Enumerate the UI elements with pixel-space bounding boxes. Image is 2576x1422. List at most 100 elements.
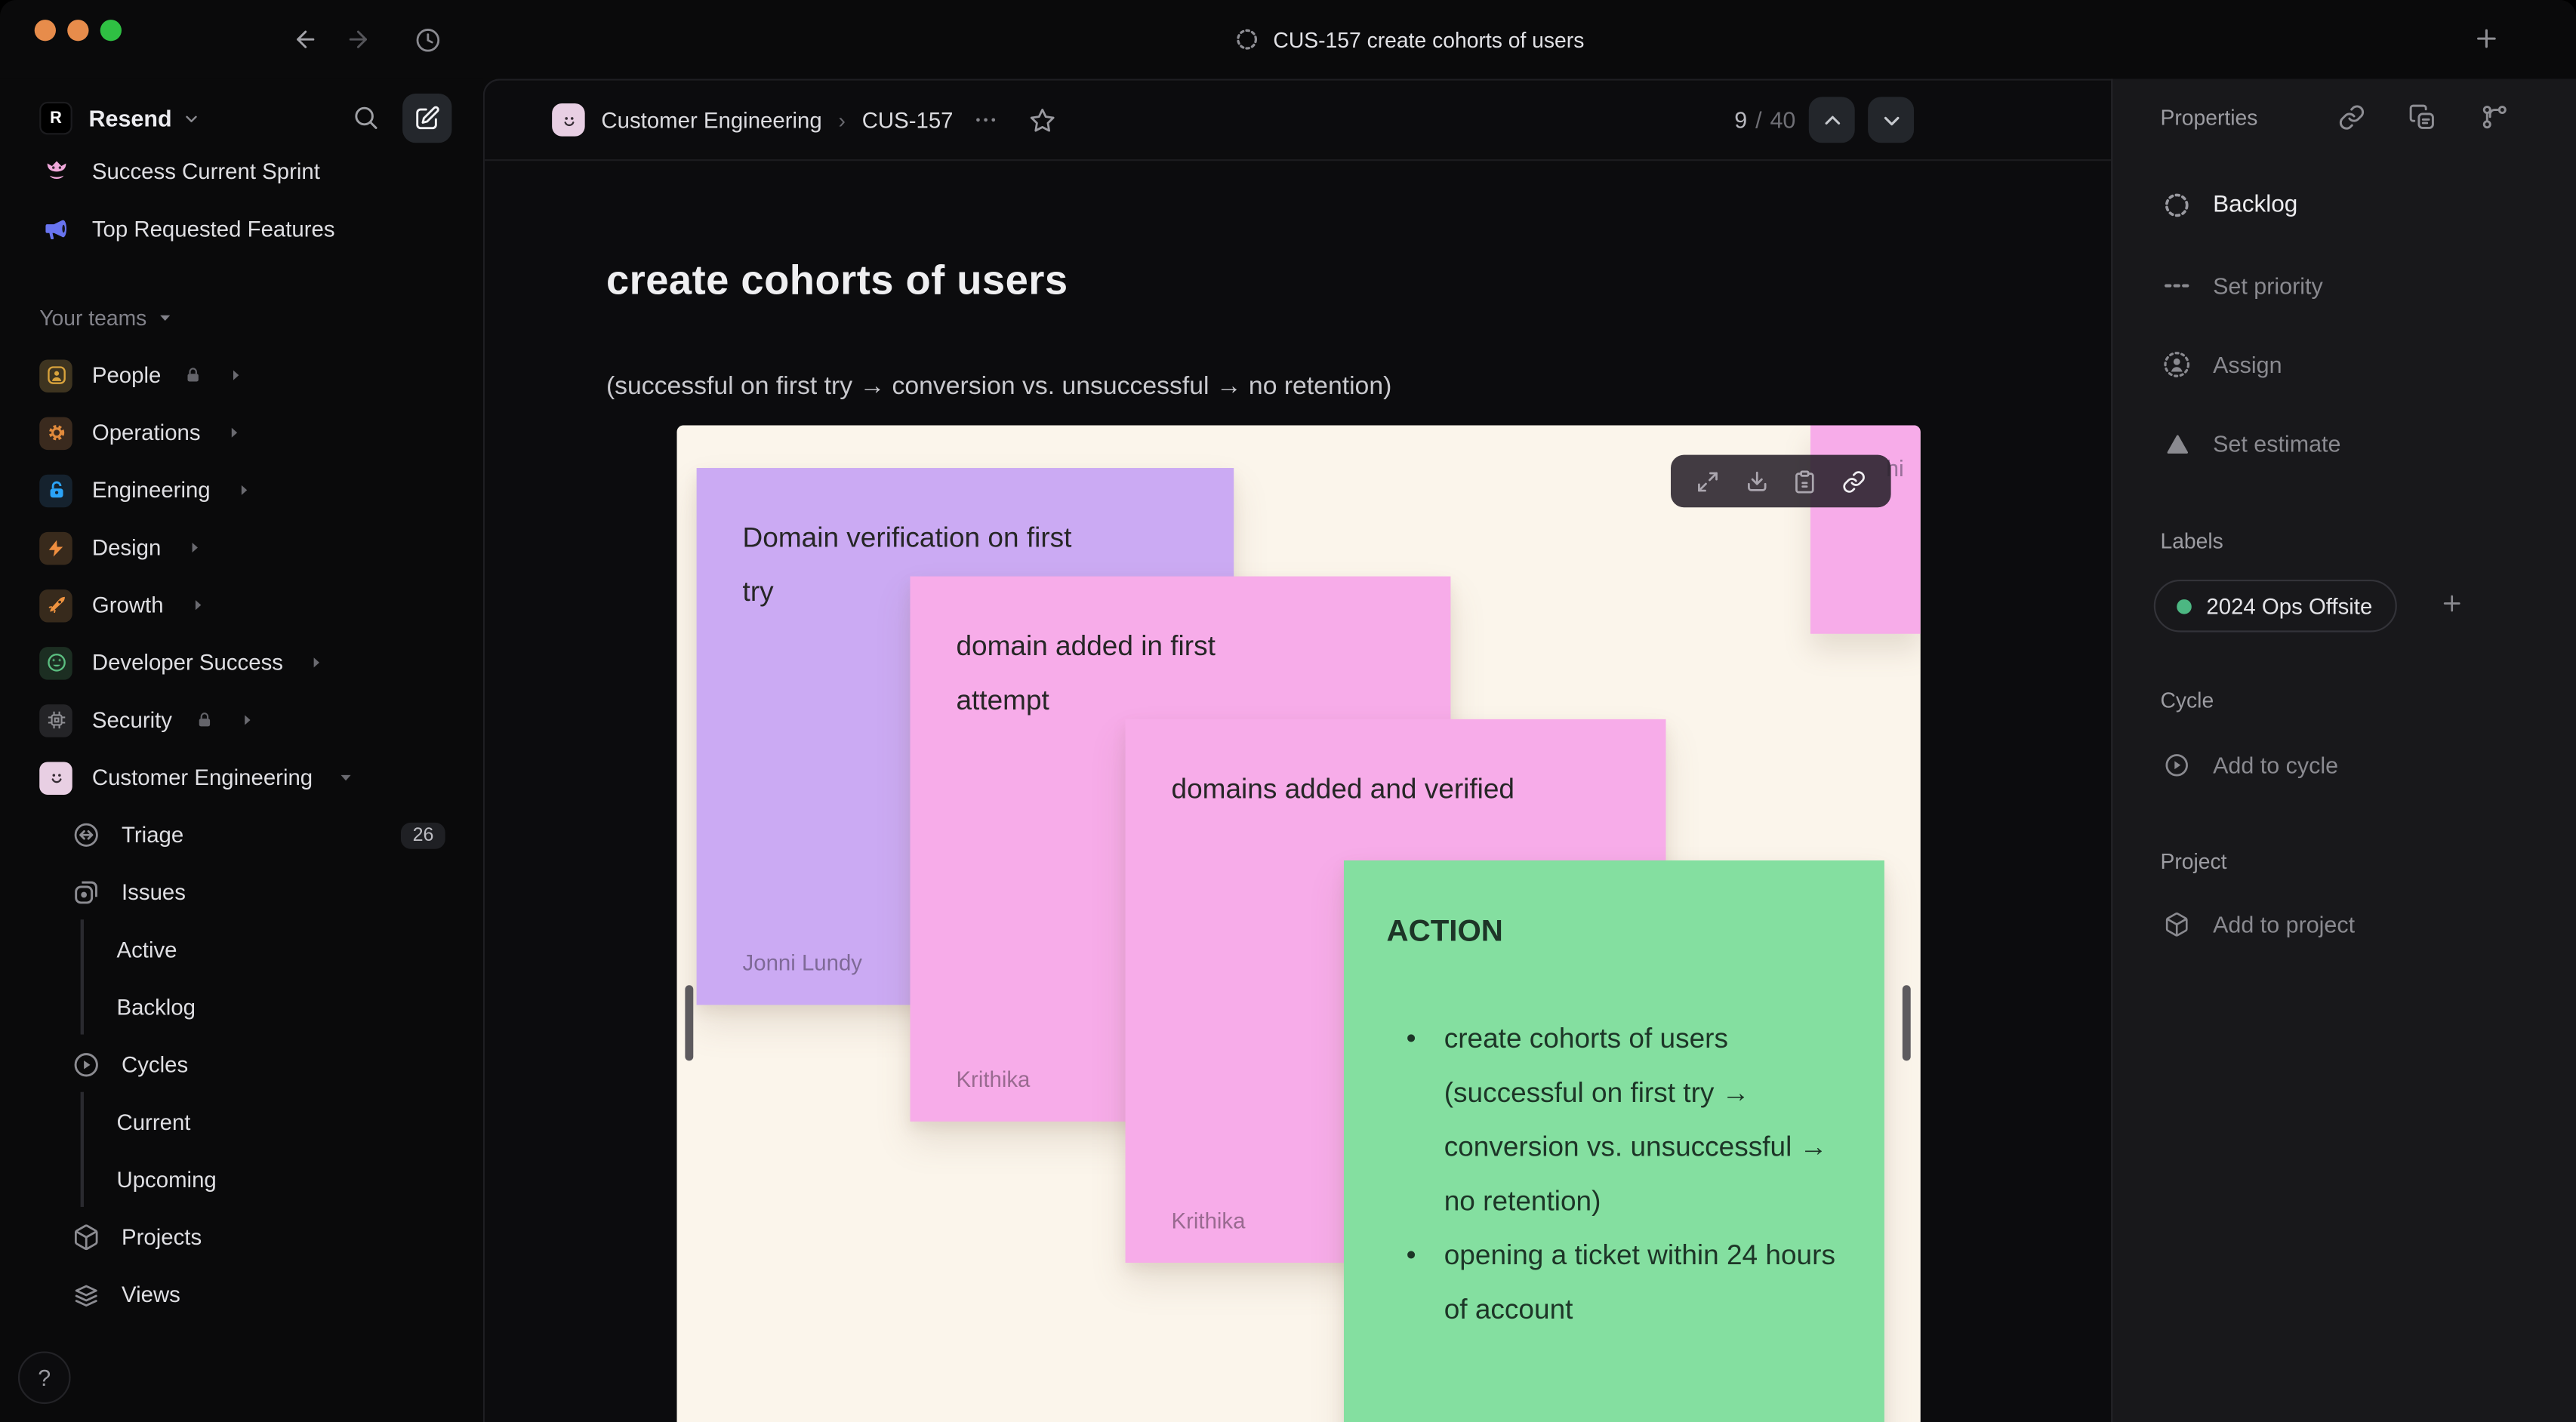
breadcrumb: Customer Engineering › CUS-157 xyxy=(552,81,1056,159)
status-row-backlog[interactable]: Backlog xyxy=(2112,177,2576,233)
sidebar-item-label: Top Requested Features xyxy=(91,217,335,242)
chevron-right-icon[interactable] xyxy=(310,655,325,670)
sidebar-item-views[interactable]: Views xyxy=(0,1266,483,1323)
sidebar-item-cycles[interactable]: Cycles xyxy=(0,1036,483,1094)
megaphone-icon xyxy=(39,215,72,243)
add-to-project-row[interactable]: Add to project xyxy=(2112,897,2576,953)
properties-title: Properties xyxy=(2160,105,2258,130)
add-to-cycle-row[interactable]: Add to cycle xyxy=(2112,737,2576,793)
sidebar-item-label: Security xyxy=(91,707,173,733)
breadcrumb-issue-id[interactable]: CUS-157 xyxy=(862,107,954,132)
sticky-note-bullet: create cohorts of users (successful on f… xyxy=(1387,1011,1852,1228)
search-icon[interactable] xyxy=(352,103,380,131)
sidebar-team-design[interactable]: Design xyxy=(0,519,483,576)
sidebar-team-security[interactable]: Security xyxy=(0,691,483,749)
sidebar-team-engineering[interactable]: Engineering xyxy=(0,461,483,519)
set-estimate-row[interactable]: Set estimate xyxy=(2112,415,2576,471)
help-label: ? xyxy=(38,1364,51,1391)
more-options-icon[interactable] xyxy=(973,106,1000,133)
sidebar-team-people[interactable]: People xyxy=(0,346,483,404)
sidebar-team-customer-engineering[interactable]: Customer Engineering xyxy=(0,749,483,806)
chevron-right-icon[interactable] xyxy=(236,483,251,498)
traffic-light-minimize[interactable] xyxy=(67,20,89,42)
download-icon[interactable] xyxy=(1744,469,1769,494)
cube-icon xyxy=(2164,911,2190,937)
help-button[interactable]: ? xyxy=(17,1351,71,1405)
sidebar-item-label: Success Current Sprint xyxy=(91,159,320,184)
history-clock-icon[interactable] xyxy=(414,26,442,54)
caret-down-icon[interactable] xyxy=(339,770,354,785)
sidebar-item-triage[interactable]: Triage 26 xyxy=(0,806,483,863)
add-label-plus-icon[interactable] xyxy=(2439,591,2464,616)
chevron-right-icon[interactable] xyxy=(190,598,205,613)
sidebar-item-label: Active xyxy=(116,937,177,962)
sidebar-team-operations[interactable]: Operations xyxy=(0,404,483,461)
forward-arrow-icon[interactable] xyxy=(345,26,371,53)
chevron-right-icon[interactable] xyxy=(229,368,244,383)
new-tab-plus-icon[interactable] xyxy=(2473,25,2501,53)
traffic-light-close[interactable] xyxy=(34,20,56,42)
sidebar-item-projects[interactable]: Projects xyxy=(0,1208,483,1266)
sidebar-item-label: Operations xyxy=(91,420,201,445)
sticky-note-author: Krithika xyxy=(956,1067,1031,1092)
whiteboard-image[interactable]: Domain verification on first try Jonni L… xyxy=(676,425,1921,1422)
sidebar-item-label: Design xyxy=(91,535,162,560)
sidebar-item-active[interactable]: Active xyxy=(0,921,483,978)
sidebar: R Resend Success Current Sprint Top Requ… xyxy=(0,78,483,1422)
window-title-text: CUS-157 create cohorts of users xyxy=(1273,26,1585,52)
status-label: Backlog xyxy=(2213,192,2298,219)
sidebar-item-issues[interactable]: Issues xyxy=(0,863,483,921)
main-header: Customer Engineering › CUS-157 9 / 40 xyxy=(484,81,2113,162)
issue-title[interactable]: create cohorts of users xyxy=(606,258,1068,306)
clipboard-icon[interactable] xyxy=(1793,469,1818,494)
workspace-name[interactable]: Resend xyxy=(89,105,172,131)
sidebar-item-label: Cycles xyxy=(122,1052,189,1078)
sidebar-item-label: Issues xyxy=(122,880,186,905)
copy-link-icon[interactable] xyxy=(2337,103,2365,131)
compose-issue-button[interactable] xyxy=(402,94,452,143)
previous-issue-button[interactable] xyxy=(1808,97,1855,143)
label-pill-2024-ops-offsite[interactable]: 2024 Ops Offsite xyxy=(2153,579,2397,633)
assign-row[interactable]: Assign xyxy=(2112,337,2576,392)
copy-id-icon[interactable] xyxy=(2408,103,2436,131)
issue-description[interactable]: (successful on first try → conversion vs… xyxy=(606,373,1391,402)
workspace-logo[interactable]: R xyxy=(39,101,72,135)
sidebar-item-label: Backlog xyxy=(116,995,196,1020)
smiley-icon xyxy=(552,103,585,137)
image-resize-handle-left[interactable] xyxy=(685,985,694,1061)
favorite-star-icon[interactable] xyxy=(1029,106,1057,134)
lock-icon xyxy=(195,711,213,729)
image-resize-handle-right[interactable] xyxy=(1902,985,1911,1061)
next-issue-button[interactable] xyxy=(1868,97,1915,143)
breadcrumb-team[interactable]: Customer Engineering xyxy=(601,107,821,132)
link-icon[interactable] xyxy=(1842,469,1867,494)
sidebar-item-label: Triage xyxy=(122,822,184,848)
your-teams-header[interactable]: Your teams xyxy=(0,289,483,346)
back-arrow-icon[interactable] xyxy=(292,26,319,53)
set-priority-row[interactable]: Set priority xyxy=(2112,258,2576,314)
expand-icon[interactable] xyxy=(1695,469,1720,494)
sidebar-item-upcoming[interactable]: Upcoming xyxy=(0,1151,483,1208)
sidebar-item-current[interactable]: Current xyxy=(0,1094,483,1151)
sticky-note-title: ACTION xyxy=(1386,913,1503,948)
sidebar-nav: Success Current Sprint Top Requested Fea… xyxy=(0,159,483,1323)
sidebar-item-label: Views xyxy=(122,1282,180,1307)
chevron-right-icon[interactable] xyxy=(239,713,254,728)
window-title: CUS-157 create cohorts of users xyxy=(1235,0,1584,78)
traffic-light-zoom[interactable] xyxy=(100,20,122,42)
sidebar-item-backlog[interactable]: Backlog xyxy=(0,979,483,1036)
sidebar-team-growth[interactable]: Growth xyxy=(0,577,483,634)
chevron-right-icon[interactable] xyxy=(187,540,202,556)
triage-count-badge: 26 xyxy=(401,821,445,848)
sticky-note-author: Jonni Lundy xyxy=(742,950,863,976)
cycles-icon xyxy=(69,1051,102,1079)
sidebar-item-top-requested-features[interactable]: Top Requested Features xyxy=(0,200,483,257)
chip-icon xyxy=(39,703,72,737)
workspace-row: R Resend xyxy=(0,92,483,145)
sidebar-item-label: Upcoming xyxy=(116,1167,217,1193)
chevron-down-icon[interactable] xyxy=(182,109,200,128)
sidebar-team-developer-success[interactable]: Developer Success xyxy=(0,634,483,691)
sidebar-item-success-current-sprint[interactable]: Success Current Sprint xyxy=(0,159,483,200)
git-branch-icon[interactable] xyxy=(2481,103,2509,131)
chevron-right-icon[interactable] xyxy=(226,425,242,440)
